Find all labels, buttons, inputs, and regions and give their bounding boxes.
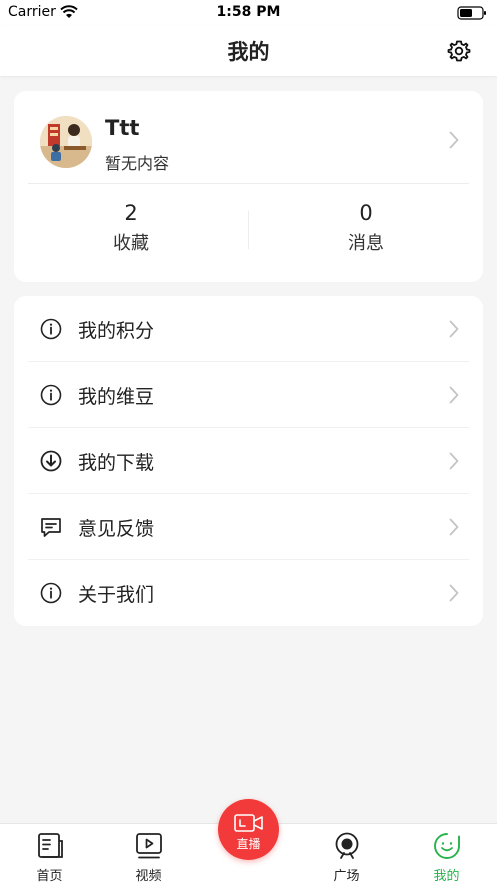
tab-square[interactable]: 广场 — [297, 824, 396, 883]
stat-label: 消息 — [348, 233, 384, 254]
tab-label: 我的 — [433, 869, 460, 883]
chevron-right-icon — [449, 452, 459, 470]
mine-icon — [434, 833, 460, 859]
tab-label: 广场 — [333, 869, 360, 883]
menu-item-downloads[interactable]: 我的下载 — [14, 428, 483, 494]
tab-home[interactable]: 首页 — [0, 824, 99, 883]
tab-label: 视频 — [135, 869, 162, 883]
info-icon — [40, 318, 62, 340]
stat-value: 2 — [124, 201, 138, 225]
status-bar: Carrier 1:58 PM — [0, 0, 497, 26]
stat-messages[interactable]: 0 消息 — [249, 201, 483, 261]
nav-bar: 我的 — [0, 26, 497, 76]
username: Ttt — [105, 116, 140, 140]
stat-value: 0 — [359, 201, 373, 225]
user-bio: 暂无内容 — [105, 154, 170, 173]
menu-card: 我的积分 我的维豆 我的下载 意见反馈 关于我们 — [14, 296, 483, 626]
feedback-icon — [41, 518, 61, 537]
menu-item-label: 我的下载 — [78, 452, 155, 474]
square-icon — [335, 832, 359, 859]
chevron-right-icon — [449, 320, 459, 338]
video-icon — [136, 833, 162, 859]
tab-label: 首页 — [36, 869, 63, 883]
menu-item-label: 我的维豆 — [78, 386, 155, 408]
stat-label: 收藏 — [113, 233, 149, 254]
page-title: 我的 — [227, 40, 270, 64]
battery-icon — [457, 6, 486, 20]
menu-item-label: 我的积分 — [78, 320, 155, 342]
download-icon — [40, 450, 62, 472]
chevron-right-icon — [449, 386, 459, 404]
menu-item-points[interactable]: 我的积分 — [14, 296, 483, 362]
live-button[interactable]: 直播 — [218, 799, 279, 860]
status-time: 1:58 PM — [216, 4, 281, 20]
live-camera-icon — [234, 814, 263, 832]
gear-icon[interactable] — [447, 39, 471, 63]
menu-item-feedback[interactable]: 意见反馈 — [14, 494, 483, 560]
menu-item-label: 意见反馈 — [78, 518, 155, 540]
divider — [28, 183, 469, 184]
stat-favorites[interactable]: 2 收藏 — [14, 201, 248, 261]
chevron-right-icon — [449, 131, 459, 149]
menu-item-label: 关于我们 — [78, 584, 155, 606]
avatar — [40, 116, 92, 168]
menu-item-weidou[interactable]: 我的维豆 — [14, 362, 483, 428]
tab-video[interactable]: 视频 — [99, 824, 198, 883]
profile-card: Ttt 暂无内容 2 收藏 0 消息 — [14, 91, 483, 282]
info-icon — [40, 384, 62, 406]
chevron-right-icon — [449, 518, 459, 536]
menu-item-about[interactable]: 关于我们 — [14, 560, 483, 626]
profile-row[interactable]: Ttt 暂无内容 — [14, 91, 483, 183]
live-label: 直播 — [236, 837, 261, 851]
home-icon — [38, 833, 63, 858]
chevron-right-icon — [449, 584, 459, 602]
tab-mine[interactable]: 我的 — [397, 824, 496, 883]
info-icon — [40, 582, 62, 604]
